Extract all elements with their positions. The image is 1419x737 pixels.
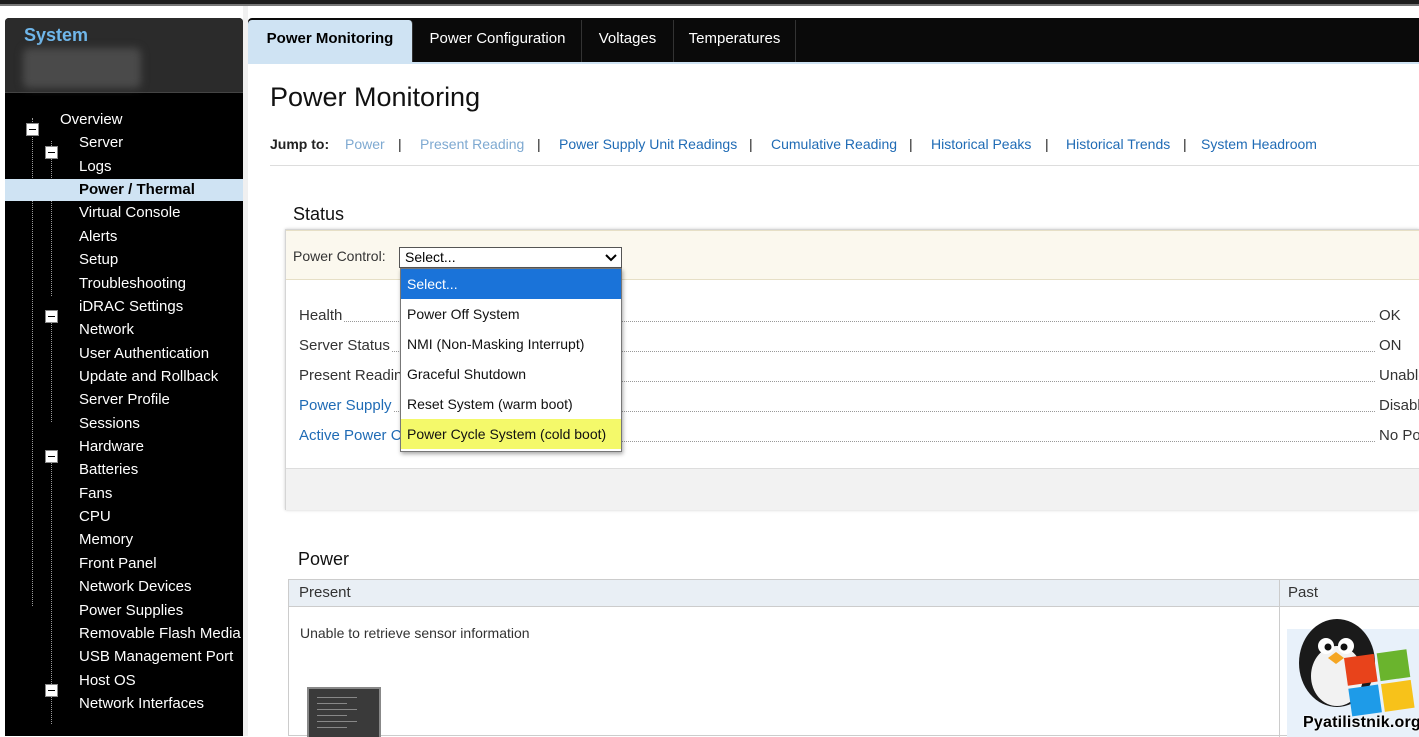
option-reset-system[interactable]: Reset System (warm boot) bbox=[401, 389, 621, 419]
sidebar-item-label: Host OS bbox=[79, 672, 136, 689]
present-header: Present bbox=[299, 584, 351, 601]
power-control-selected-value: Select... bbox=[405, 249, 456, 265]
sidebar-item-label: Overview bbox=[60, 111, 123, 128]
jump-link-cumulative-reading[interactable]: Cumulative Reading bbox=[771, 136, 897, 152]
sidebar-item-label: USB Management Port bbox=[79, 648, 234, 665]
top-strip bbox=[0, 0, 1419, 6]
jump-separator: | bbox=[398, 136, 402, 152]
status-key: Health bbox=[299, 307, 345, 324]
tab-power-configuration[interactable]: Power Configuration bbox=[414, 20, 582, 62]
status-key-link[interactable]: Power Supply bbox=[299, 397, 394, 414]
sidebar-item-label: Hardware bbox=[79, 438, 145, 455]
collapse-server-icon[interactable] bbox=[45, 146, 58, 159]
page-title: Power Monitoring bbox=[270, 82, 481, 112]
sidebar-item-label: Virtual Console bbox=[79, 204, 181, 221]
sidebar-item-label: User Authentication bbox=[79, 345, 210, 362]
jump-separator: | bbox=[909, 136, 913, 152]
sidebar-item-label: Server bbox=[79, 134, 124, 151]
jump-to-label: Jump to: bbox=[270, 136, 330, 152]
sidebar-item-label: Logs bbox=[79, 158, 112, 175]
sidebar-item-label: CPU bbox=[79, 508, 111, 525]
sensor-error-message: Unable to retrieve sensor information bbox=[300, 625, 530, 641]
jump-link-historical-trends[interactable]: Historical Trends bbox=[1066, 136, 1170, 152]
sidebar-item-label: Alerts bbox=[79, 228, 118, 245]
status-footer bbox=[286, 468, 1419, 510]
status-value: No Po bbox=[1377, 427, 1419, 444]
tab-temperatures[interactable]: Temperatures bbox=[674, 20, 796, 62]
power-panel: Present Past Unable to retrieve sensor i… bbox=[288, 579, 1419, 737]
sidebar-item-label: Setup bbox=[79, 251, 119, 268]
jump-link-power[interactable]: Power bbox=[345, 136, 385, 152]
status-value: ON bbox=[1377, 337, 1402, 354]
collapse-idrac-settings-icon[interactable] bbox=[45, 310, 58, 323]
power-control-select[interactable]: Select... bbox=[399, 247, 622, 268]
sidebar-title: System bbox=[24, 25, 89, 45]
server-name-redacted bbox=[23, 48, 141, 88]
sidebar-header: System bbox=[5, 18, 243, 93]
sidebar-item-label: Network Devices bbox=[79, 578, 192, 595]
collapse-hardware-icon[interactable] bbox=[45, 450, 58, 463]
tree-line bbox=[51, 314, 52, 422]
sidebar-item-label: Power Supplies bbox=[79, 602, 184, 619]
status-value: OK bbox=[1377, 307, 1401, 324]
past-header: Past bbox=[1288, 584, 1319, 601]
option-power-cycle[interactable]: Power Cycle System (cold boot) bbox=[401, 419, 621, 449]
sidebar-item-label: Network bbox=[79, 321, 135, 338]
status-key-link[interactable]: Active Power C bbox=[299, 427, 404, 444]
status-key: Present Reading bbox=[299, 367, 413, 384]
jump-link-psu-readings[interactable]: Power Supply Unit Readings bbox=[559, 136, 737, 152]
sidebar-item-label: Power / Thermal bbox=[79, 181, 195, 198]
status-value: Disable bbox=[1377, 397, 1419, 414]
power-control-label: Power Control: bbox=[293, 248, 386, 264]
jump-link-present-reading[interactable]: Present Reading bbox=[420, 136, 524, 152]
jump-separator: | bbox=[1045, 136, 1049, 152]
sidebar-item-label: Batteries bbox=[79, 461, 139, 478]
sidebar-item-label: Network Interfaces bbox=[79, 695, 205, 712]
tab-power-monitoring[interactable]: Power Monitoring bbox=[248, 20, 413, 64]
sidebar-item-power-thermal[interactable]: Power / Thermal bbox=[5, 179, 243, 201]
status-section-title: Status bbox=[293, 204, 345, 224]
power-section-title: Power bbox=[298, 549, 350, 569]
option-nmi[interactable]: NMI (Non-Masking Interrupt) bbox=[401, 329, 621, 359]
sidebar-item-label: iDRAC Settings bbox=[79, 298, 184, 315]
collapse-host-os-icon[interactable] bbox=[45, 684, 58, 697]
jump-separator: | bbox=[749, 136, 753, 152]
option-power-off[interactable]: Power Off System bbox=[401, 299, 621, 329]
collapse-overview-icon[interactable] bbox=[26, 123, 39, 136]
sidebar-item-label: Sessions bbox=[79, 415, 140, 432]
divider bbox=[270, 165, 1419, 166]
status-value: Unable bbox=[1377, 367, 1419, 384]
option-graceful-shutdown[interactable]: Graceful Shutdown bbox=[401, 359, 621, 389]
option-select[interactable]: Select... bbox=[401, 269, 621, 299]
tree-line bbox=[51, 141, 52, 296]
tab-bar: Power Monitoring Power Configuration Vol… bbox=[248, 18, 1419, 64]
sidebar-item-label: Fans bbox=[79, 485, 113, 502]
sidebar: System Overview Server Logs Power / Ther… bbox=[5, 18, 243, 736]
jump-separator: | bbox=[537, 136, 541, 152]
watermark-text: Pyatilistnik.org bbox=[1303, 714, 1419, 731]
sidebar-item-label: Removable Flash Media bbox=[79, 625, 241, 642]
sidebar-item-label: Front Panel bbox=[79, 555, 157, 572]
jump-separator: | bbox=[1183, 136, 1187, 152]
power-panel-header: Present Past bbox=[289, 580, 1419, 607]
jump-link-historical-peaks[interactable]: Historical Peaks bbox=[931, 136, 1031, 152]
column-divider bbox=[1279, 580, 1280, 737]
sidebar-item-label: Server Profile bbox=[79, 391, 170, 408]
tab-voltages[interactable]: Voltages bbox=[582, 20, 674, 62]
power-gauge-icon bbox=[307, 687, 381, 737]
status-key: Server Status bbox=[299, 337, 392, 354]
sidebar-item-label: Update and Rollback bbox=[79, 368, 219, 385]
sidebar-item-label: Memory bbox=[79, 531, 134, 548]
power-control-dropdown: Select... Power Off System NMI (Non-Mask… bbox=[400, 268, 622, 452]
sidebar-item-label: Troubleshooting bbox=[79, 275, 187, 292]
jump-link-system-headroom[interactable]: System Headroom bbox=[1201, 136, 1317, 152]
